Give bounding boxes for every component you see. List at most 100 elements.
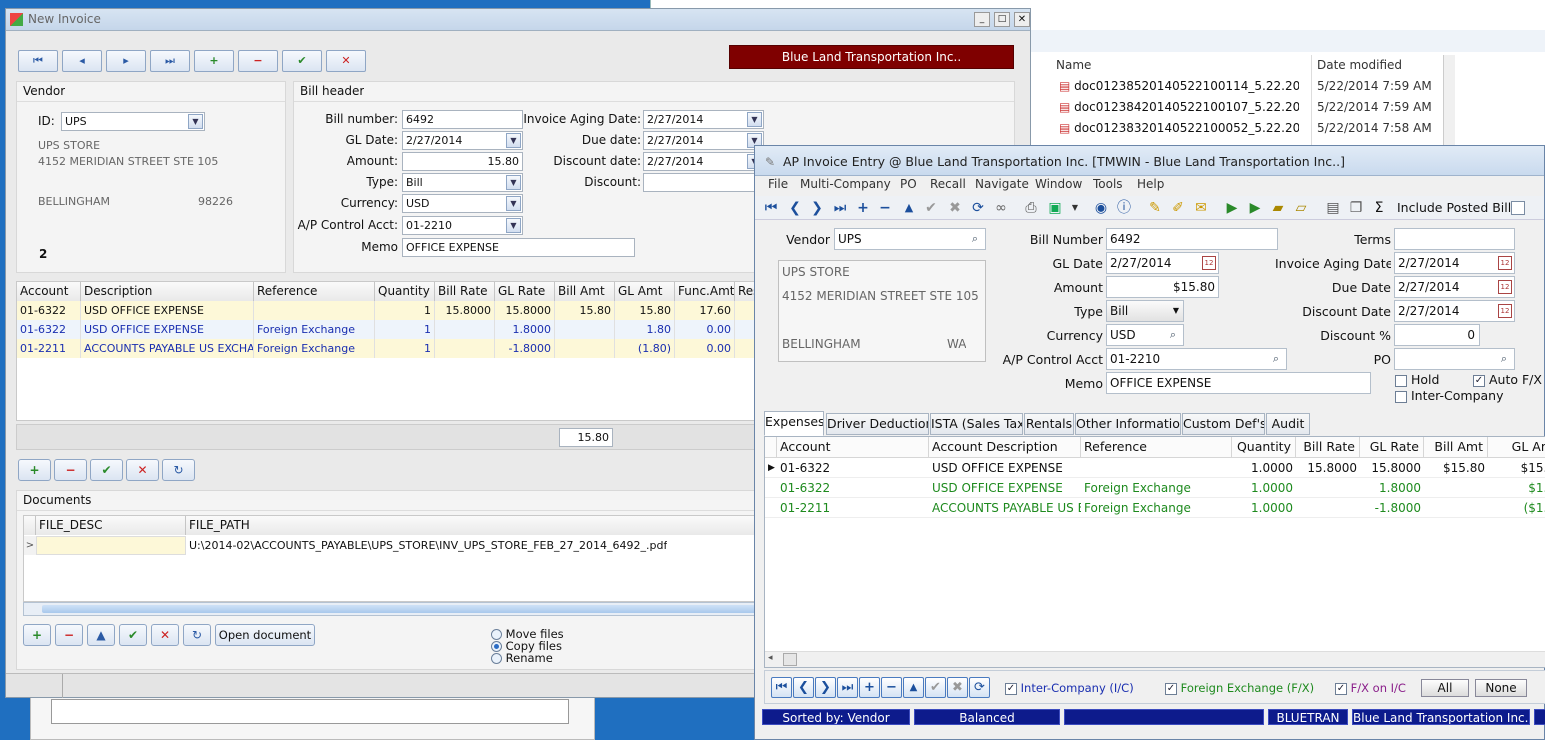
due-date-input[interactable]: 2/27/2014 ▼ <box>643 131 764 150</box>
col-quantity[interactable]: Quantity <box>375 282 435 301</box>
notes-icon[interactable]: ✉ <box>1191 198 1211 218</box>
include-posted-checkbox[interactable] <box>1511 201 1525 215</box>
folder-icon[interactable]: ▰ <box>1268 198 1288 218</box>
inter-company-option[interactable]: Inter-Company <box>1395 388 1504 403</box>
minimize-button[interactable]: _ <box>974 12 990 27</box>
chevron-down-icon[interactable]: ▼ <box>506 175 521 190</box>
calendar-icon[interactable]: 12 <box>1202 256 1216 270</box>
menu-navigate[interactable]: Navigate <box>975 177 1029 191</box>
grid-prev-button[interactable]: ❮ <box>793 677 814 698</box>
type-select[interactable]: Bill ▼ <box>1106 300 1184 322</box>
grid-refresh-button[interactable]: ⟳ <box>969 677 990 698</box>
grid-last-button[interactable]: ⏭ <box>837 677 858 698</box>
help-icon[interactable]: ◉ <box>1091 198 1111 218</box>
tab-ista-sales-tax[interactable]: ISTA (Sales Tax) <box>930 413 1023 435</box>
scroll-thumb[interactable] <box>783 653 797 666</box>
print-icon[interactable]: ⎙ <box>1021 198 1041 218</box>
col-bill-amt[interactable]: Bill Amt <box>555 282 615 301</box>
file-path-cell[interactable]: U:\2014-02\ACCOUNTS_PAYABLE\UPS_STORE\IN… <box>189 536 667 555</box>
cancel-button[interactable]: ✕ <box>326 50 366 72</box>
forward-icon[interactable]: ▶ <box>1222 198 1242 218</box>
save-button[interactable]: ✔ <box>282 50 322 72</box>
link-icon[interactable]: ∞ <box>991 198 1011 218</box>
folder-alt-icon[interactable]: ▱ <box>1291 198 1311 218</box>
table-row[interactable]: 01-2211 ACCOUNTS PAYABLE US EXCHANG Fore… <box>17 339 755 358</box>
grid-refresh-button[interactable]: ↻ <box>162 459 195 481</box>
amount-input[interactable]: 15.80 <box>402 152 523 171</box>
ap-title-bar[interactable]: ✎ AP Invoice Entry @ Blue Land Transport… <box>755 146 1544 176</box>
bill-number-input[interactable]: 6492 <box>1106 228 1278 250</box>
chevron-down-icon[interactable]: ▼ <box>188 114 203 129</box>
gl-date-input[interactable]: 2/27/2014 ▼ <box>402 131 523 150</box>
col-quantity[interactable]: Quantity <box>1232 437 1296 457</box>
col-gl-amt[interactable]: GL Amt <box>615 282 675 301</box>
last-record-button[interactable]: ⏭ <box>150 50 190 72</box>
file-item[interactable]: ▤ doc01238320140522100052_5.22.2014_07..… <box>1059 121 1299 135</box>
note-edit-icon[interactable]: ✐ <box>1168 198 1188 218</box>
po-input[interactable]: ⌕ <box>1394 348 1515 370</box>
tab-expenses[interactable]: Expenses <box>764 411 824 436</box>
chevron-down-icon[interactable]: ▼ <box>747 112 762 127</box>
table-row[interactable]: 01-6322 USD OFFICE EXPENSE 1 15.8000 15.… <box>17 301 755 320</box>
doc-save-button[interactable]: ✔ <box>119 624 147 646</box>
sum-icon[interactable]: Σ <box>1369 198 1389 218</box>
ic-checkbox[interactable]: ✓ <box>1005 682 1017 695</box>
memo-input[interactable]: OFFICE EXPENSE <box>1106 372 1371 394</box>
col-bill-rate[interactable]: Bill Rate <box>435 282 495 301</box>
vendor-id-select[interactable]: UPS ▼ <box>61 112 205 131</box>
forward-add-icon[interactable]: ▶ <box>1245 198 1265 218</box>
fxic-checkbox[interactable]: ✓ <box>1335 682 1347 695</box>
arrow-up-icon[interactable]: ▲ <box>899 198 919 218</box>
filter-foreign-exchange[interactable]: ✓ Foreign Exchange (F/X) <box>1165 681 1314 695</box>
table-row[interactable]: 01-2211 ACCOUNTS PAYABLE US EX Foreign E… <box>765 498 1545 518</box>
chevron-down-icon[interactable]: ▼ <box>506 133 521 148</box>
note-icon[interactable]: ✎ <box>1145 198 1165 218</box>
explorer-scrollbar[interactable] <box>1443 55 1455 150</box>
table-row[interactable]: ▶ 01-6322 USD OFFICE EXPENSE 1.0000 15.8… <box>765 458 1545 478</box>
x-icon[interactable]: ✖ <box>945 198 965 218</box>
doc-cancel-button[interactable]: ✕ <box>151 624 179 646</box>
lookup-icon[interactable]: ⌕ <box>1496 351 1512 367</box>
scroll-left-icon[interactable]: ◂ <box>768 653 773 663</box>
discount-date-input[interactable]: 2/27/2014▼ <box>643 152 764 171</box>
none-button[interactable]: None <box>1475 679 1527 697</box>
col-bill-rate[interactable]: Bill Rate <box>1296 437 1360 457</box>
ap-control-select[interactable]: 01-2210 ▼ <box>402 216 523 235</box>
next-record-button[interactable]: ▸ <box>106 50 146 72</box>
col-account[interactable]: Account <box>777 437 929 457</box>
amount-input[interactable]: $15.80 <box>1106 276 1219 298</box>
grid-first-button[interactable]: ⏮ <box>771 677 792 698</box>
auto-fx-option[interactable]: ✓ Auto F/X <box>1473 372 1542 387</box>
grid-cancel-button[interactable]: ✕ <box>126 459 159 481</box>
first-record-button[interactable]: ⏮ <box>18 50 58 72</box>
grid-add-button[interactable]: + <box>859 677 880 698</box>
rename-option[interactable]: Rename <box>491 651 553 665</box>
terms-input[interactable] <box>1394 228 1515 250</box>
table-row[interactable]: 01-6322 USD OFFICE EXPENSE Foreign Excha… <box>765 478 1545 498</box>
grid-cancel-button[interactable]: ✖ <box>947 677 968 698</box>
col-account[interactable]: Account <box>17 282 81 301</box>
table-row[interactable]: 01-6322 USD OFFICE EXPENSE Foreign Excha… <box>17 320 755 339</box>
col-func-amt[interactable]: Func.Amt <box>675 282 735 301</box>
calendar-icon[interactable]: 12 <box>1498 280 1512 294</box>
col-account-description[interactable]: Account Description <box>929 437 1081 457</box>
menu-file[interactable]: File <box>768 177 788 191</box>
doc-refresh-button[interactable]: ↻ <box>183 624 211 646</box>
gl-date-input[interactable]: 2/27/2014 12 <box>1106 252 1219 274</box>
file-desc-cell[interactable] <box>36 536 186 555</box>
col-file-path[interactable]: FILE_PATH <box>186 516 756 535</box>
col-file-desc[interactable]: FILE_DESC <box>36 516 186 535</box>
grid-add-button[interactable]: + <box>18 459 51 481</box>
last-icon[interactable]: ⏭ <box>830 198 850 218</box>
doc-up-button[interactable]: ▲ <box>87 624 115 646</box>
menu-po[interactable]: PO <box>900 177 917 191</box>
plus-icon[interactable]: + <box>853 198 873 218</box>
tab-other-information[interactable]: Other Information <box>1075 413 1181 435</box>
add-button[interactable]: + <box>194 50 234 72</box>
col-description[interactable]: Description <box>81 282 254 301</box>
all-button[interactable]: All <box>1421 679 1469 697</box>
prev-record-button[interactable]: ◂ <box>62 50 102 72</box>
info-icon[interactable]: ⓘ <box>1114 198 1134 218</box>
copy-icon[interactable]: ❐ <box>1346 198 1366 218</box>
aging-date-input[interactable]: 2/27/2014 12 <box>1394 252 1515 274</box>
